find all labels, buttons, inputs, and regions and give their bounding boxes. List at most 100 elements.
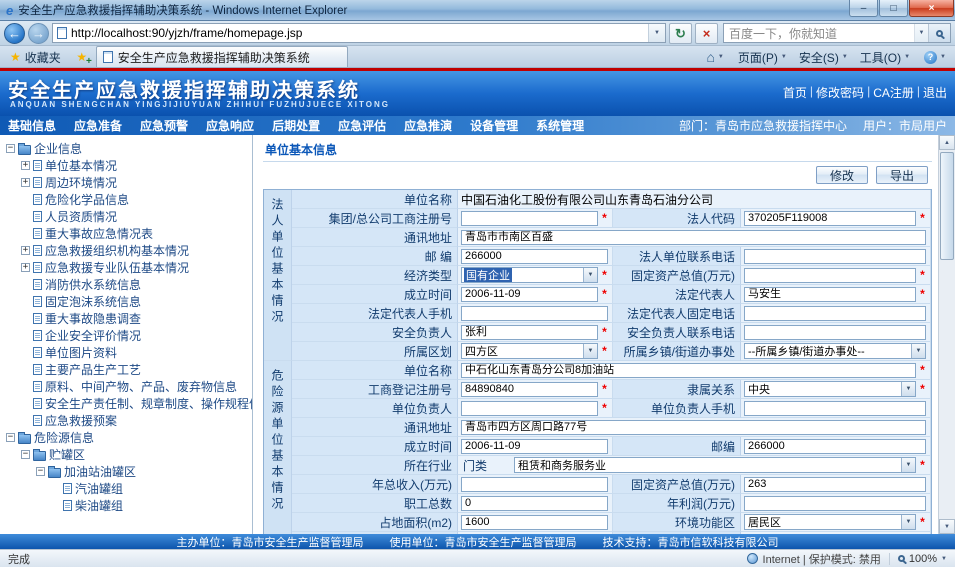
- scrollbar-thumb[interactable]: [940, 152, 954, 260]
- header-link[interactable]: 首页: [783, 84, 807, 101]
- form-input[interactable]: 266000: [461, 249, 608, 264]
- command-item[interactable]: 页面(P)▼: [732, 47, 793, 67]
- nav-item[interactable]: 应急评估: [338, 117, 386, 134]
- favorites-button[interactable]: ★ 收藏夹: [3, 47, 68, 67]
- close-button[interactable]: ×: [909, 0, 954, 17]
- header-link[interactable]: 修改密码: [816, 84, 864, 101]
- tree-item[interactable]: 原料、中间产物、产品、废弃物信息: [2, 378, 252, 395]
- form-input[interactable]: 马安生: [744, 287, 916, 302]
- address-dropdown-button[interactable]: ▼: [648, 24, 665, 42]
- form-select[interactable]: --所属乡镇/街道办事处--▼: [744, 343, 926, 359]
- tree-item[interactable]: 柴油罐组: [2, 497, 252, 514]
- command-item[interactable]: 安全(S)▼: [793, 47, 854, 67]
- form-input[interactable]: 中石化山东青岛分公司8加油站: [461, 363, 916, 378]
- tree-item[interactable]: 应急救援预案: [2, 412, 252, 429]
- form-input[interactable]: [461, 211, 598, 226]
- form-input[interactable]: [744, 268, 916, 283]
- tree-item[interactable]: +应急救援组织机构基本情况: [2, 242, 252, 259]
- search-dropdown-button[interactable]: ▼: [914, 24, 928, 42]
- form-select[interactable]: 居民区▼: [744, 514, 916, 530]
- form-input[interactable]: [461, 401, 598, 416]
- refresh-button[interactable]: ↻: [669, 23, 692, 44]
- tree-item[interactable]: −企业信息: [2, 140, 252, 157]
- tree-item[interactable]: 企业安全评价情况: [2, 327, 252, 344]
- forward-button[interactable]: →: [28, 23, 49, 44]
- export-button[interactable]: 导出: [876, 166, 928, 184]
- tree-item[interactable]: 危险化学品信息: [2, 191, 252, 208]
- scroll-down-button[interactable]: ▼: [939, 519, 955, 534]
- tree-expander[interactable]: −: [6, 433, 15, 442]
- tree-item[interactable]: 主要产品生产工艺: [2, 361, 252, 378]
- form-input[interactable]: 2006-11-09: [461, 439, 608, 454]
- form-input[interactable]: [744, 306, 926, 321]
- tree-item[interactable]: 单位图片资料: [2, 344, 252, 361]
- back-button[interactable]: ←: [4, 23, 25, 44]
- form-input[interactable]: 84890840: [461, 382, 598, 397]
- address-url-input[interactable]: http://localhost:90/yjzh/frame/homepage.…: [71, 26, 644, 40]
- home-button[interactable]: ⌂ ▼: [700, 47, 729, 67]
- address-bar[interactable]: http://localhost:90/yjzh/frame/homepage.…: [52, 23, 666, 43]
- form-input[interactable]: 263: [744, 477, 926, 492]
- scrollbar-track[interactable]: [939, 150, 955, 519]
- nav-item[interactable]: 应急预警: [140, 117, 188, 134]
- search-input[interactable]: 百度一下，你就知道: [724, 25, 914, 42]
- add-favorite-button[interactable]: ★ +: [70, 47, 94, 67]
- form-input[interactable]: 266000: [744, 439, 926, 454]
- tree-expander[interactable]: −: [21, 450, 30, 459]
- tree-expander[interactable]: +: [21, 178, 30, 187]
- tree-expander[interactable]: −: [36, 467, 45, 476]
- form-input[interactable]: 1600: [461, 515, 608, 530]
- tree-item[interactable]: −加油站油罐区: [2, 463, 252, 480]
- command-item[interactable]: 工具(O)▼: [854, 47, 916, 67]
- vertical-scrollbar[interactable]: ▲ ▼: [938, 135, 955, 534]
- tree-item[interactable]: 固定泡沫系统信息: [2, 293, 252, 310]
- nav-item[interactable]: 设备管理: [470, 117, 518, 134]
- tree-item[interactable]: 重大事故应急情况表: [2, 225, 252, 242]
- tree-item[interactable]: 安全生产责任制、规章制度、操作规程信息: [2, 395, 252, 412]
- search-button[interactable]: [928, 24, 950, 42]
- tree-item[interactable]: +单位基本情况: [2, 157, 252, 174]
- form-select[interactable]: 四方区▼: [461, 343, 598, 359]
- form-select[interactable]: 国有企业▼: [461, 267, 598, 283]
- form-input[interactable]: [461, 306, 608, 321]
- header-link[interactable]: 退出: [923, 84, 947, 101]
- maximize-button[interactable]: □: [879, 0, 908, 17]
- browser-tab[interactable]: 安全生产应急救援指挥辅助决策系统: [96, 46, 348, 67]
- tree-item[interactable]: 消防供水系统信息: [2, 276, 252, 293]
- form-input[interactable]: [744, 401, 926, 416]
- form-input[interactable]: [744, 496, 926, 511]
- tree-expander[interactable]: +: [21, 263, 30, 272]
- stop-button[interactable]: ×: [695, 23, 718, 44]
- scroll-up-button[interactable]: ▲: [939, 135, 955, 150]
- form-input[interactable]: 370205F119008: [744, 211, 916, 226]
- form-input[interactable]: [461, 477, 608, 492]
- zoom-control[interactable]: 100% ▼: [898, 553, 947, 565]
- tree-item[interactable]: 汽油罐组: [2, 480, 252, 497]
- minimize-button[interactable]: –: [849, 0, 878, 17]
- edit-button[interactable]: 修改: [816, 166, 868, 184]
- tree-item[interactable]: −贮罐区: [2, 446, 252, 463]
- nav-item[interactable]: 系统管理: [536, 117, 584, 134]
- nav-item[interactable]: 后期处置: [272, 117, 320, 134]
- header-link[interactable]: CA注册: [873, 84, 914, 101]
- form-input[interactable]: [744, 325, 926, 340]
- search-box[interactable]: 百度一下，你就知道 ▼: [723, 23, 951, 43]
- nav-item[interactable]: 应急响应: [206, 117, 254, 134]
- form-input[interactable]: 0: [461, 496, 608, 511]
- tree-item[interactable]: 人员资质情况: [2, 208, 252, 225]
- help-button[interactable]: ? ▼: [918, 47, 952, 67]
- tree-expander[interactable]: +: [21, 161, 30, 170]
- nav-item[interactable]: 应急准备: [74, 117, 122, 134]
- tree-item[interactable]: −危险源信息: [2, 429, 252, 446]
- form-input[interactable]: 青岛市四方区周口路77号: [461, 420, 926, 435]
- tree-item[interactable]: +周边环境情况: [2, 174, 252, 191]
- form-select[interactable]: 租赁和商务服务业▼: [514, 457, 916, 473]
- tree-item[interactable]: 重大事故隐患调查: [2, 310, 252, 327]
- form-input[interactable]: [744, 249, 926, 264]
- form-input[interactable]: 张利: [461, 325, 598, 340]
- form-input[interactable]: 2006-11-09: [461, 287, 598, 302]
- form-select[interactable]: 中央▼: [744, 381, 916, 397]
- tree-expander[interactable]: +: [21, 246, 30, 255]
- nav-item[interactable]: 基础信息: [8, 117, 56, 134]
- tree-item[interactable]: +应急救援专业队伍基本情况: [2, 259, 252, 276]
